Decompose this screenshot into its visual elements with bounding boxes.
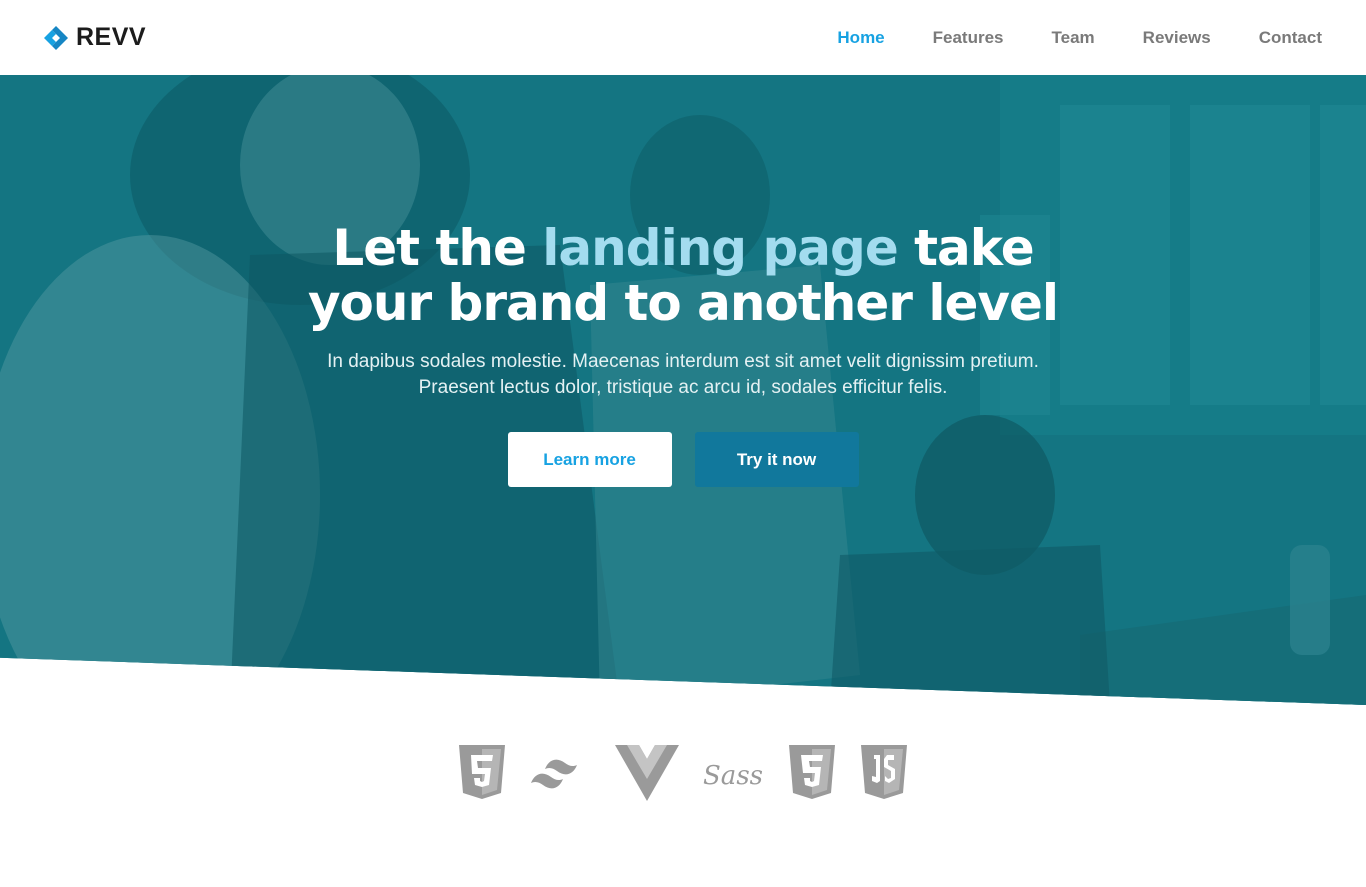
- nav-team[interactable]: Team: [1052, 28, 1095, 48]
- main-nav: Home Features Team Reviews Contact: [789, 28, 1322, 48]
- hero-subtext-line2: Praesent lectus dolor, tristique ac arcu…: [418, 377, 948, 398]
- tailwind-icon: [529, 753, 593, 793]
- learn-more-button[interactable]: Learn more: [507, 432, 672, 487]
- vue-icon: [615, 745, 679, 801]
- css3-icon: [787, 745, 837, 801]
- hero-headline: Let the landing page take your brand to …: [273, 221, 1093, 331]
- headline-highlight: landing page: [542, 219, 898, 277]
- site-header: REVV Home Features Team Reviews Contact: [0, 0, 1366, 75]
- nav-contact[interactable]: Contact: [1259, 28, 1322, 48]
- hero-content: Let the landing page take your brand to …: [0, 75, 1366, 705]
- brand-name: REVV: [76, 23, 147, 51]
- html5-icon: [457, 745, 507, 801]
- nav-reviews[interactable]: Reviews: [1143, 28, 1211, 48]
- hero-subtext: In dapibus sodales molestie. Maecenas in…: [293, 349, 1073, 401]
- sass-icon: Sass: [701, 748, 765, 798]
- hero-subtext-line1: In dapibus sodales molestie. Maecenas in…: [327, 351, 1039, 372]
- tech-logos-row: Sass: [0, 745, 1366, 801]
- sass-label: Sass: [703, 761, 763, 791]
- revv-logo-icon: [44, 25, 68, 50]
- nav-home[interactable]: Home: [837, 28, 884, 48]
- hero-section: Let the landing page take your brand to …: [0, 75, 1366, 705]
- hero-buttons: Learn more Try it now: [507, 432, 859, 487]
- headline-pre: Let the: [332, 219, 543, 277]
- nav-features[interactable]: Features: [933, 28, 1004, 48]
- brand-logo[interactable]: REVV: [42, 23, 146, 52]
- javascript-icon: [859, 745, 909, 801]
- try-it-now-button[interactable]: Try it now: [694, 432, 859, 487]
